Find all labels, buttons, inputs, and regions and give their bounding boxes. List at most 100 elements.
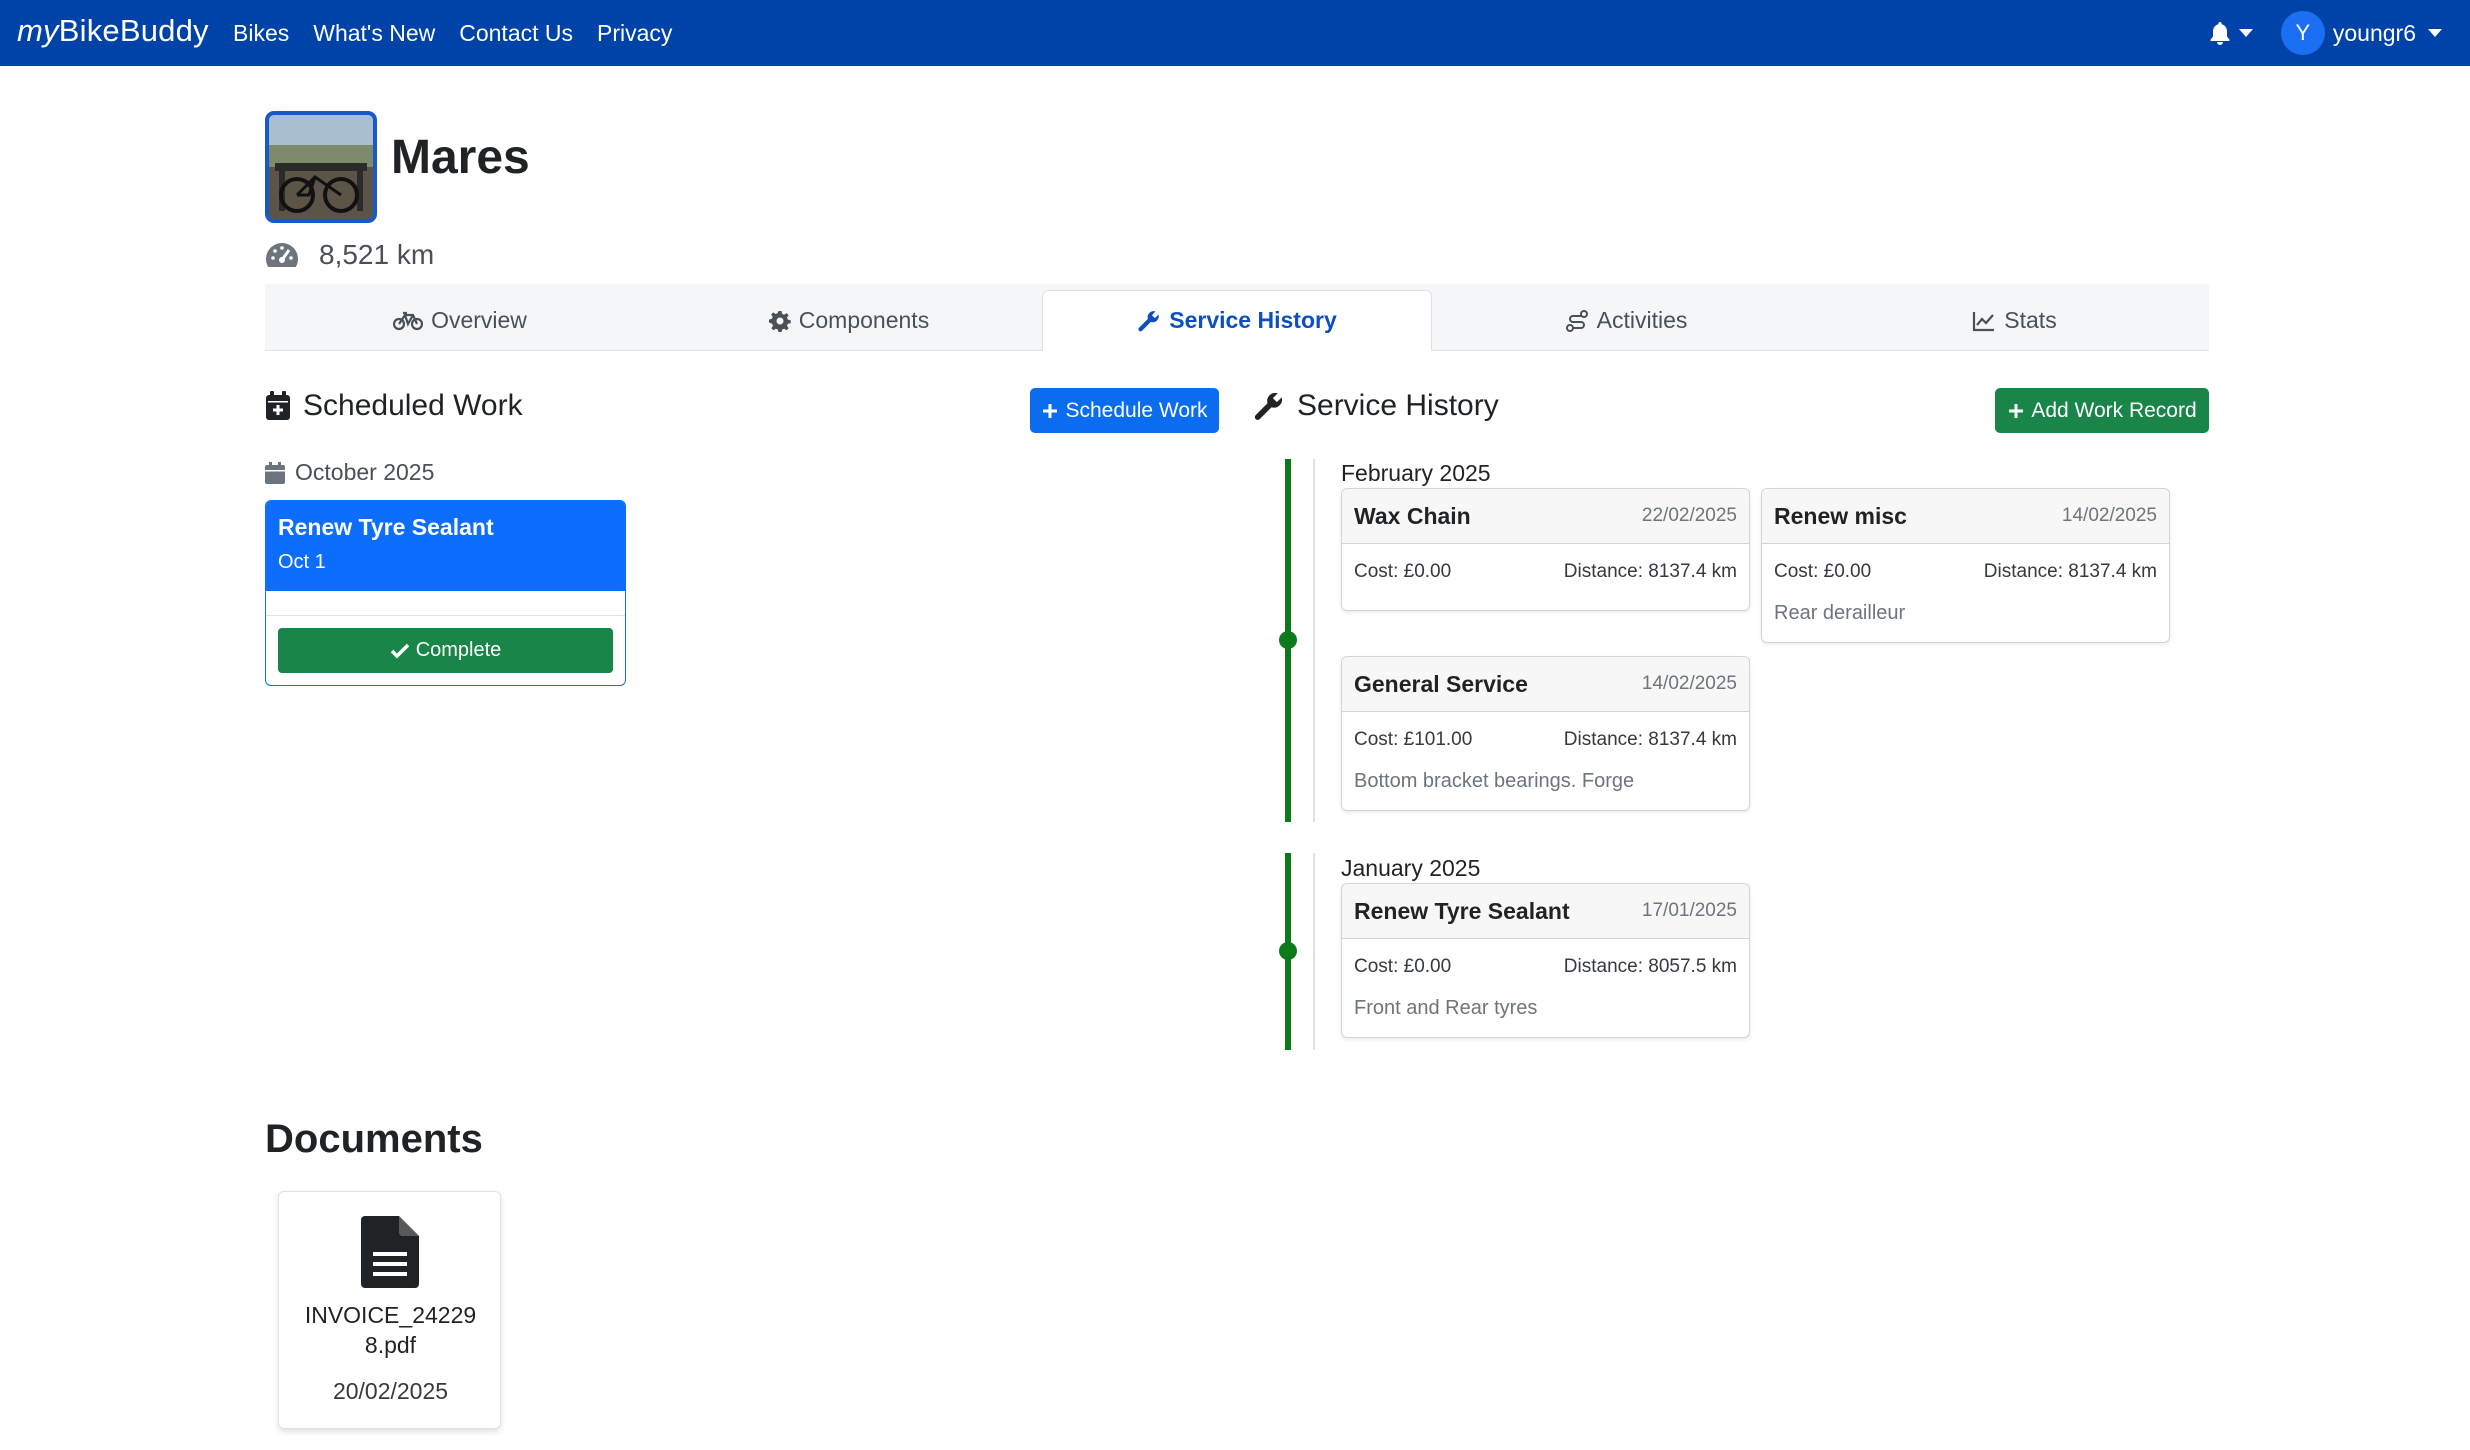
bike-photo-image (269, 115, 373, 219)
service-record-note: Front and Rear tyres (1354, 997, 1538, 1019)
avatar: Y (2280, 11, 2325, 55)
scheduled-month-text: October 2025 (295, 459, 435, 485)
service-record-note: Rear derailleur (1774, 602, 1906, 624)
bike-photo[interactable] (265, 111, 377, 223)
user-menu[interactable]: Y youngr6 (2280, 11, 2442, 55)
brand-logo[interactable]: myBikeBuddy (17, 13, 209, 49)
bike-tabs: Overview Components Service History Acti… (265, 284, 2209, 351)
notifications-dropdown[interactable] (2209, 21, 2253, 45)
chevron-down-icon (2238, 29, 2253, 37)
complete-button-label: Complete (415, 639, 502, 661)
scheduled-month: October 2025 (265, 459, 434, 486)
route-icon (1565, 309, 1588, 332)
service-record-cost: Cost: £101.00 (1354, 729, 1473, 750)
service-record-cost: Cost: £0.00 (1774, 561, 1872, 582)
calendar-icon (265, 461, 285, 484)
nav-right: Y youngr6 (2209, 0, 2470, 66)
service-history-title-text: Service History (1297, 389, 1499, 422)
service-record-header: Renew misc 14/02/2025 (1762, 489, 2169, 544)
service-record-name: General Service (1354, 670, 1528, 697)
bike-name: Mares (391, 131, 530, 184)
service-record-distance: Distance: 8137.4 km (1563, 561, 1737, 582)
service-record-name: Wax Chain (1354, 502, 1471, 529)
service-record-note: Bottom bracket bearings. Forge (1354, 770, 1635, 792)
service-record-distance: Distance: 8057.5 km (1563, 956, 1737, 977)
gear-icon (768, 310, 791, 332)
add-work-record-label: Add Work Record (2031, 398, 2197, 422)
speedometer-icon (266, 243, 298, 267)
nav-link-privacy[interactable]: Privacy (597, 20, 672, 47)
plus-icon (2009, 403, 2024, 418)
service-record-date: 17/01/2025 (1641, 900, 1737, 921)
timeline-month: February 2025 (1341, 460, 1491, 486)
service-record-name: Renew misc (1774, 502, 1907, 529)
service-history-title: Service History (1253, 389, 1499, 423)
document-card[interactable]: INVOICE_242298.pdf 20/02/2025 (278, 1191, 501, 1429)
service-record-meta: Cost: £0.00 Distance: 8137.4 km (1342, 561, 1749, 583)
nav-link-whats-new[interactable]: What's New (313, 20, 435, 47)
line-chart-icon (1973, 311, 1995, 331)
service-record-header: Renew Tyre Sealant 17/01/2025 (1342, 884, 1749, 939)
service-record-meta: Cost: £101.00 Distance: 8137.4 km (1342, 729, 1749, 751)
documents-title: Documents (265, 1117, 483, 1161)
service-record-meta: Cost: £0.00 Distance: 8057.5 km (1342, 956, 1749, 978)
chevron-down-icon (2428, 29, 2442, 37)
scheduled-work-title-text: Scheduled Work (303, 389, 523, 422)
top-navbar: myBikeBuddy Bikes What's New Contact Us … (0, 0, 2470, 66)
odometer: 8,521 km (265, 239, 434, 271)
timeline-month: January 2025 (1341, 855, 1481, 881)
scheduled-item-body (266, 591, 625, 616)
timeline-divider (1313, 459, 1315, 822)
service-record-header: Wax Chain 22/02/2025 (1342, 489, 1749, 544)
scheduled-item-card: Renew Tyre Sealant Oct 1 Complete (265, 500, 626, 686)
scheduled-item-header[interactable]: Renew Tyre Sealant Oct 1 (266, 501, 625, 591)
tab-activities[interactable]: Activities (1431, 290, 1821, 351)
service-record-header: General Service 14/02/2025 (1342, 657, 1749, 712)
wrench-icon (1138, 310, 1159, 331)
scheduled-work-title: Scheduled Work (265, 389, 523, 423)
service-record-card[interactable]: Renew Tyre Sealant 17/01/2025 Cost: £0.0… (1341, 883, 1750, 1038)
tab-stats[interactable]: Stats (1820, 290, 2209, 351)
document-name: INVOICE_242298.pdf (304, 1302, 477, 1358)
service-record-distance: Distance: 8137.4 km (1983, 561, 2157, 582)
nav-links: Bikes What's New Contact Us Privacy (233, 0, 696, 66)
tab-service-history[interactable]: Service History (1042, 290, 1432, 351)
check-icon (390, 643, 409, 658)
service-record-card[interactable]: General Service 14/02/2025 Cost: £101.00… (1341, 656, 1750, 811)
service-record-date: 14/02/2025 (2061, 505, 2157, 526)
username: youngr6 (2332, 19, 2416, 46)
calendar-plus-icon (266, 391, 290, 420)
timeline-dot (1279, 942, 1297, 960)
scheduled-item-name: Renew Tyre Sealant (278, 514, 494, 540)
document-date: 20/02/2025 (332, 1378, 449, 1404)
file-text-icon (361, 1216, 419, 1288)
timeline-dot (1279, 631, 1297, 649)
nav-link-bikes[interactable]: Bikes (233, 20, 289, 47)
service-record-card[interactable]: Renew misc 14/02/2025 Cost: £0.00 Distan… (1761, 488, 2170, 643)
tab-label: Overview (431, 307, 527, 333)
service-record-card[interactable]: Wax Chain 22/02/2025 Cost: £0.00 Distanc… (1341, 488, 1750, 611)
bell-icon (2210, 22, 2230, 45)
tab-label: Service History (1169, 307, 1337, 333)
schedule-work-button[interactable]: Schedule Work (1030, 388, 1219, 433)
plus-icon (1043, 403, 1058, 418)
tab-label: Components (798, 307, 930, 333)
timeline-divider (1313, 853, 1315, 1050)
odometer-value: 8,521 km (319, 239, 435, 270)
tab-label: Stats (2004, 307, 2057, 333)
service-record-cost: Cost: £0.00 (1354, 956, 1452, 977)
bicycle-icon (393, 311, 424, 330)
scheduled-item-date: Oct 1 (278, 551, 326, 573)
complete-button[interactable]: Complete (278, 628, 613, 673)
tab-overview[interactable]: Overview (265, 290, 655, 351)
schedule-work-button-label: Schedule Work (1065, 398, 1208, 422)
service-record-distance: Distance: 8137.4 km (1563, 729, 1737, 750)
tab-label: Activities (1596, 307, 1688, 333)
service-record-date: 14/02/2025 (1641, 673, 1737, 694)
nav-link-contact[interactable]: Contact Us (459, 20, 573, 47)
service-record-name: Renew Tyre Sealant (1354, 897, 1570, 924)
service-record-cost: Cost: £0.00 (1354, 561, 1452, 582)
add-work-record-button[interactable]: Add Work Record (1995, 388, 2209, 433)
tab-components[interactable]: Components (655, 290, 1043, 351)
service-record-meta: Cost: £0.00 Distance: 8137.4 km (1762, 561, 2169, 583)
